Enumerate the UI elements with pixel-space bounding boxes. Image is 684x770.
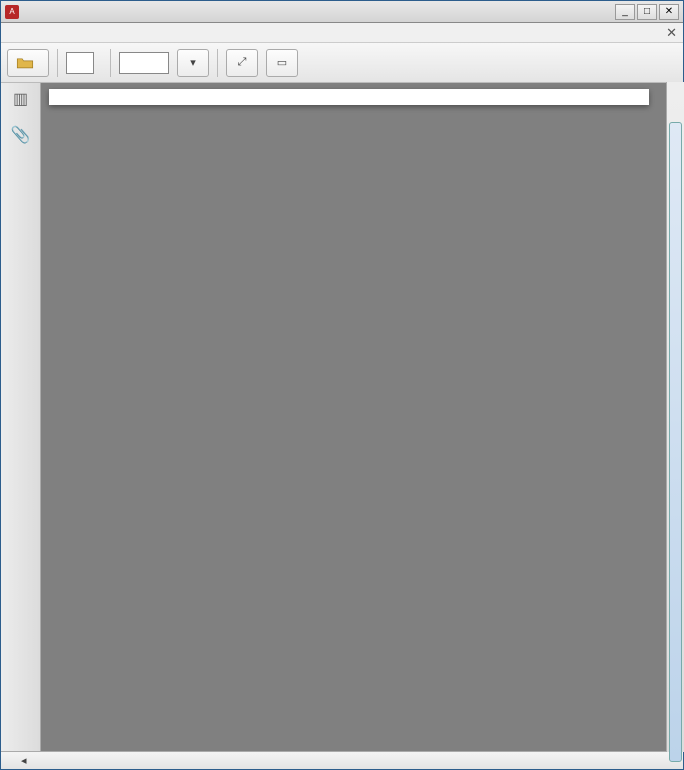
fit-icon: ⤢ xyxy=(238,56,247,69)
app-icon: A xyxy=(5,5,19,19)
read-mode-button[interactable]: ▭ xyxy=(266,49,298,77)
thumbnails-icon[interactable]: ▥ xyxy=(10,89,32,109)
minimize-button[interactable]: _ xyxy=(615,4,635,20)
zoom-dropdown[interactable]: ▾ xyxy=(177,49,209,77)
status-chevron-left[interactable]: ◂ xyxy=(21,754,27,767)
page-icon: ▭ xyxy=(277,56,287,69)
zoom-input[interactable] xyxy=(119,52,169,74)
close-button[interactable]: ✕ xyxy=(659,4,679,20)
open-button[interactable] xyxy=(7,49,49,77)
scrollbar-track[interactable] xyxy=(666,82,684,752)
maximize-button[interactable]: □ xyxy=(637,4,657,20)
pdf-page xyxy=(49,89,649,105)
fit-page-button[interactable]: ⤢ xyxy=(226,49,258,77)
attachments-icon[interactable]: 📎 xyxy=(10,125,32,145)
folder-icon xyxy=(16,56,34,70)
scrollbar-thumb[interactable] xyxy=(669,122,682,762)
close-doc-icon[interactable]: ✕ xyxy=(666,25,677,41)
page-input[interactable] xyxy=(66,52,94,74)
